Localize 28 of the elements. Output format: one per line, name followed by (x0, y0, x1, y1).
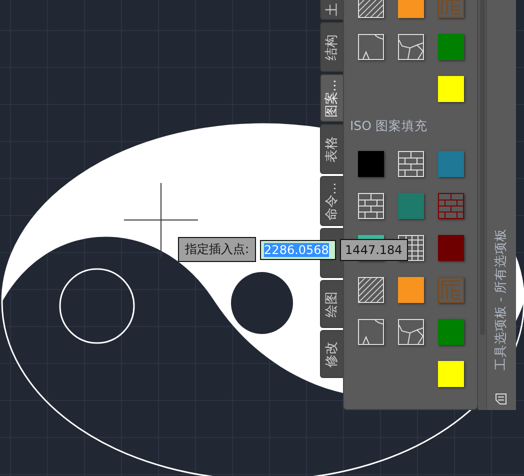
palette-tab[interactable]: 土 (320, 0, 343, 20)
section-heading: ISO 图案填充 (350, 118, 428, 135)
prompt-label: 指定插入点: (178, 237, 256, 262)
parquet-hatch-icon[interactable] (438, 277, 464, 303)
color-swatch[interactable] (358, 151, 384, 177)
color-swatch[interactable] (438, 151, 464, 177)
properties-icon[interactable] (494, 392, 508, 406)
palette-title: 工具选项板 - 所有选项板 (493, 228, 509, 371)
y-coordinate-tooltip[interactable]: 1447.184 (340, 238, 408, 260)
sketch-hatch-icon[interactable] (398, 319, 424, 345)
sketch-hatch-icon[interactable] (358, 319, 384, 345)
x-coordinate-field[interactable]: 2286.0568 (260, 240, 336, 260)
color-swatch[interactable] (438, 361, 464, 387)
color-swatch[interactable] (438, 34, 464, 60)
color-swatch[interactable] (398, 193, 424, 219)
sketch-hatch-icon[interactable] (398, 34, 424, 60)
palette-tab[interactable]: 修改 (320, 330, 343, 378)
color-swatch[interactable] (398, 277, 424, 303)
palette-tab[interactable]: 绘图 (320, 280, 343, 328)
sketch-hatch-icon[interactable] (358, 34, 384, 60)
palette-tab[interactable]: 表格 (320, 124, 343, 174)
color-swatch[interactable] (438, 235, 464, 261)
palette-tab[interactable]: 命令... (320, 176, 343, 226)
palette-tab[interactable]: 图案... (320, 74, 343, 122)
color-swatch[interactable] (438, 319, 464, 345)
diagonal-hatch-icon[interactable] (358, 277, 384, 303)
color-swatch[interactable] (438, 76, 464, 102)
palette-tab[interactable]: 结构 (320, 22, 343, 72)
